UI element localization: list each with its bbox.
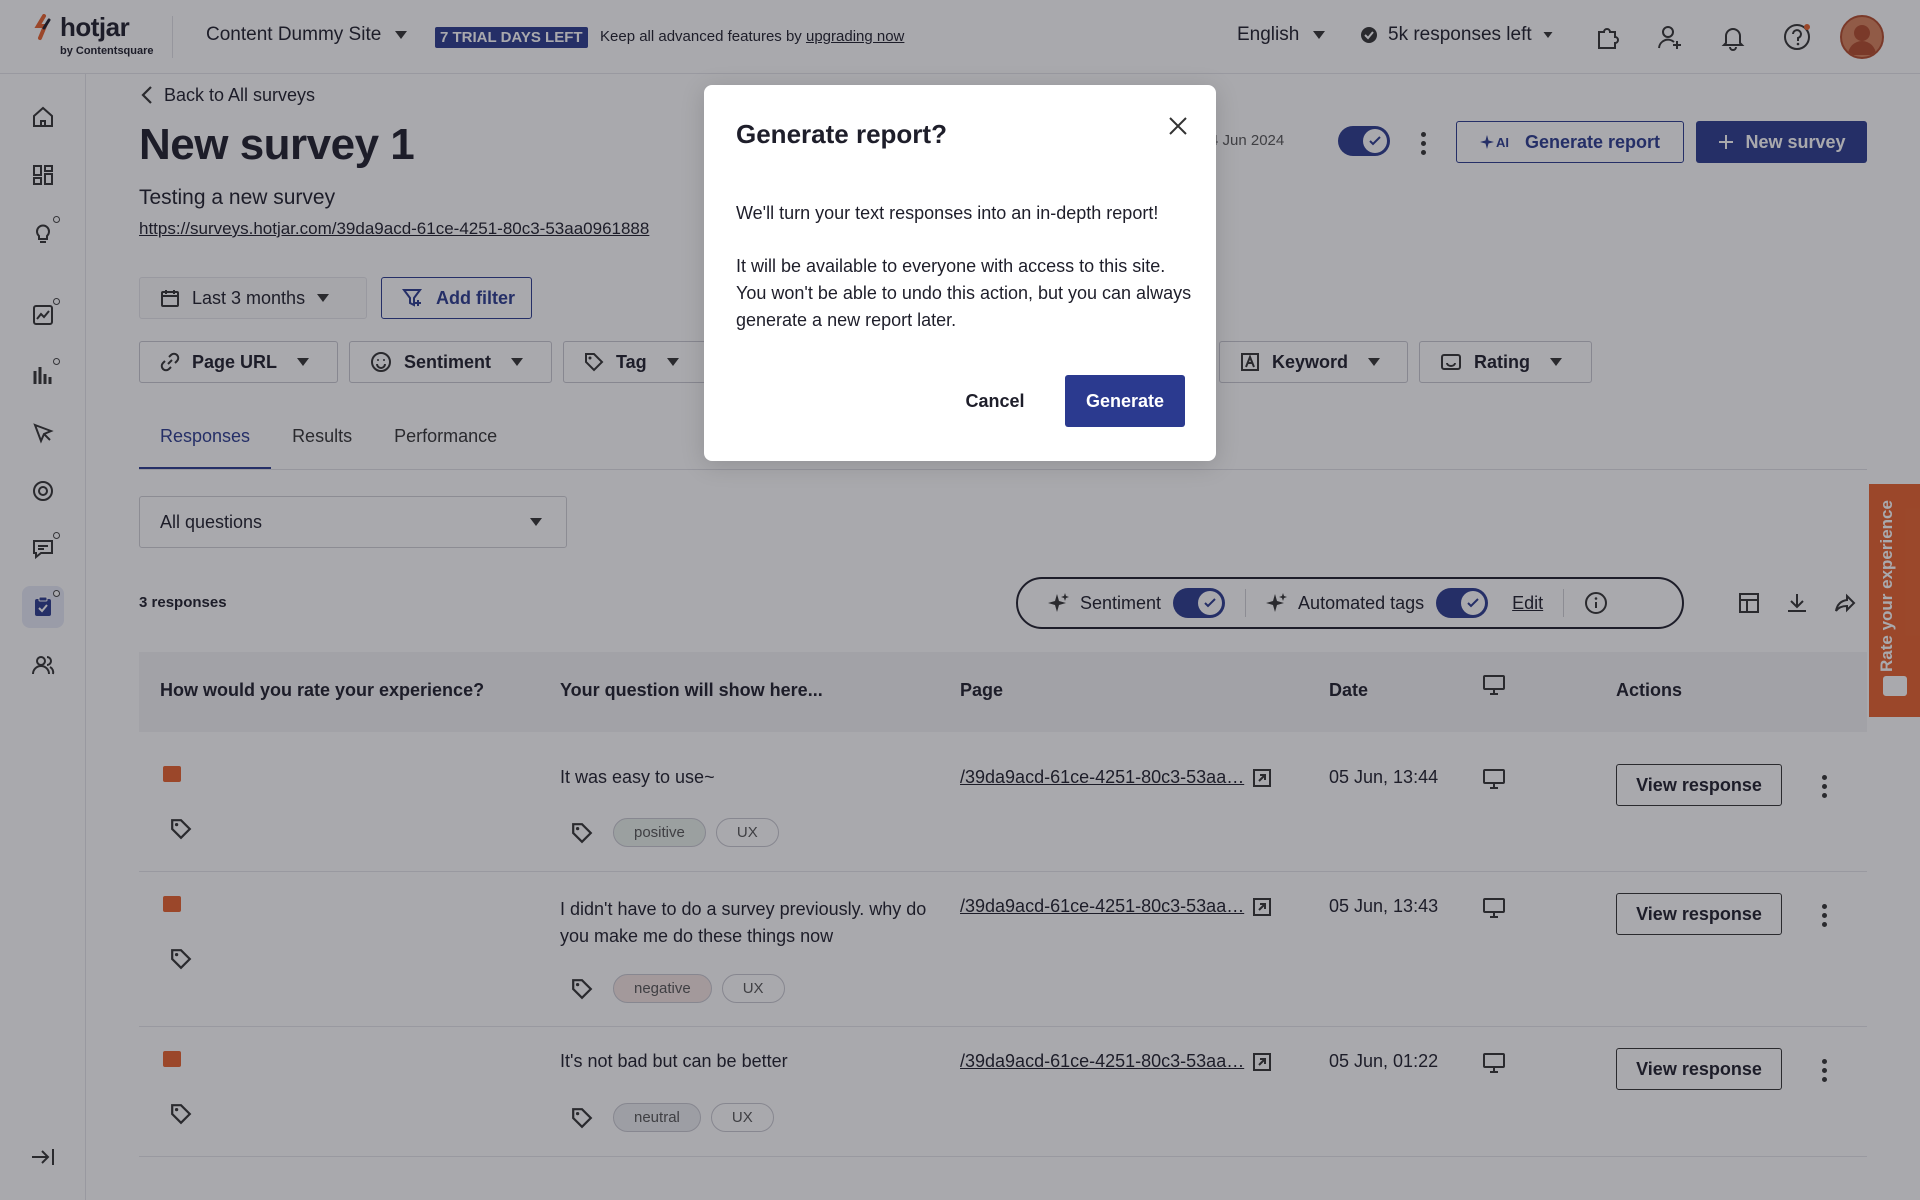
close-button[interactable]	[1163, 111, 1193, 141]
dialog-message: We'll turn your text responses into an i…	[736, 203, 1159, 223]
close-icon	[1167, 115, 1189, 137]
generate-report-dialog: Generate report? We'll turn your text re…	[704, 85, 1216, 461]
dialog-title: Generate report?	[736, 119, 947, 149]
generate-button[interactable]: Generate	[1065, 375, 1185, 427]
dialog-message: It will be available to everyone with ac…	[736, 256, 1192, 330]
cancel-button[interactable]: Cancel	[942, 375, 1048, 427]
